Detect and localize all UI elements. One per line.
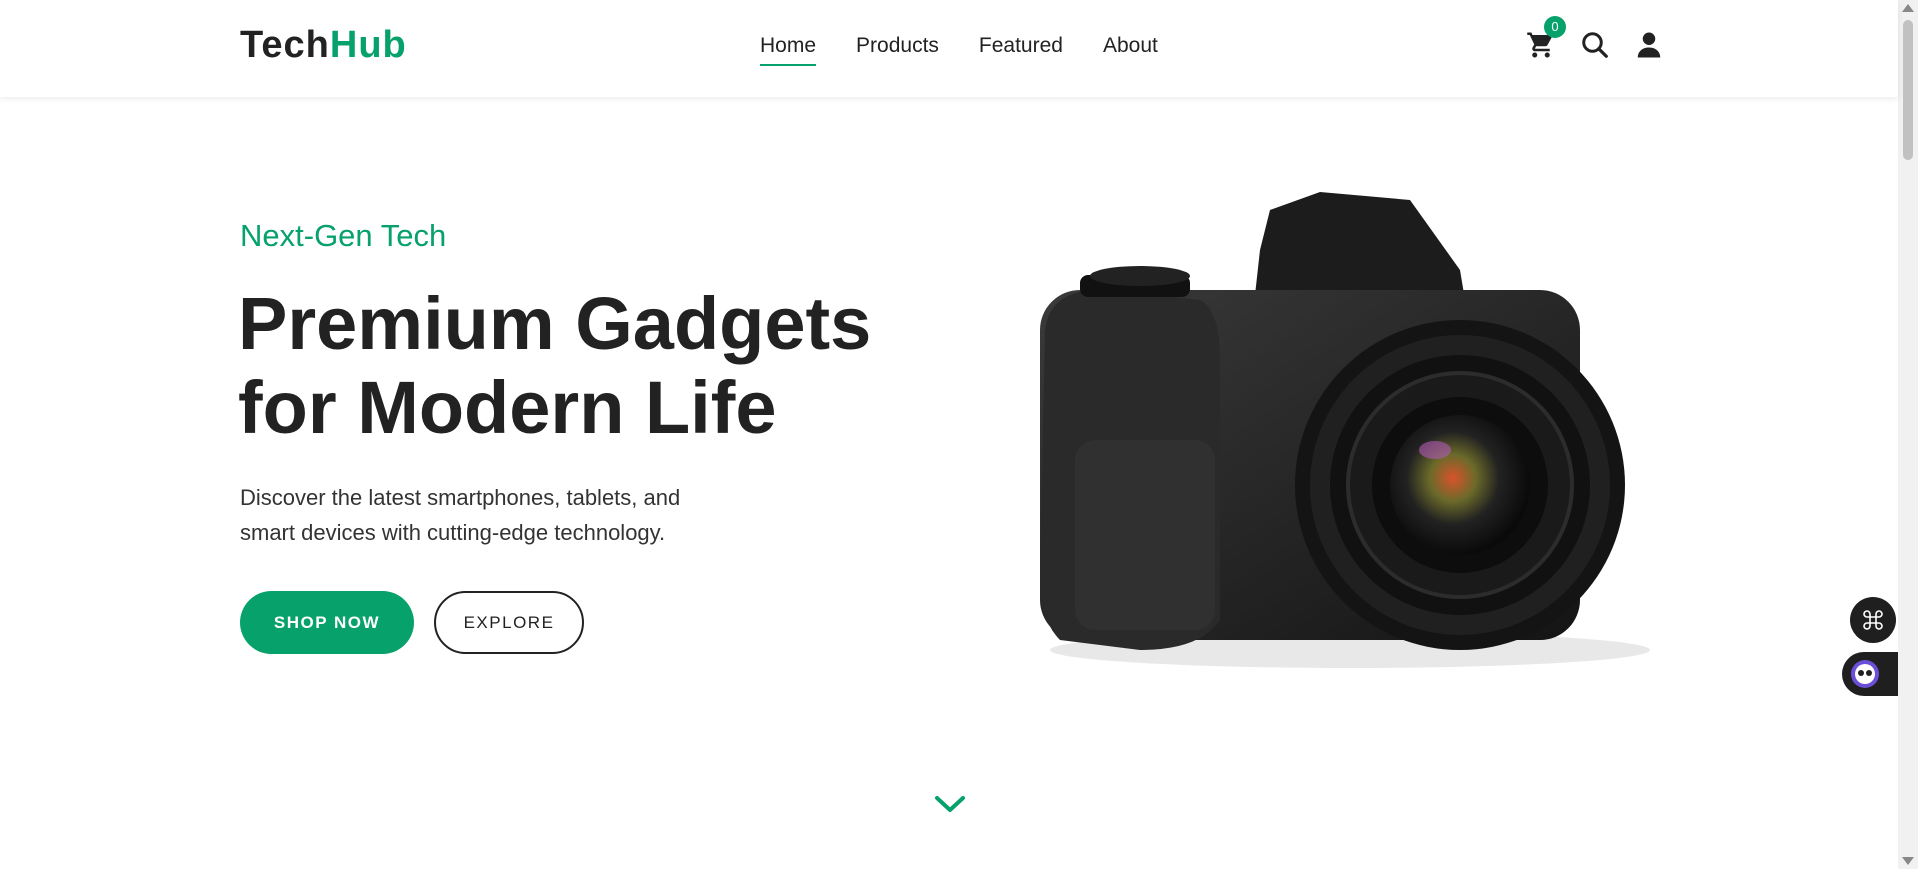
hero-subtext-line-1: Discover the latest smartphones, tablets… <box>240 485 681 510</box>
hero-headline: Premium Gadgets for Modern Life <box>238 282 938 450</box>
shop-now-button[interactable]: SHOP NOW <box>240 591 414 654</box>
assistant-icon <box>1851 660 1879 688</box>
hero-headline-line-1: Premium Gadgets <box>238 282 872 365</box>
scroll-down-chevron-icon[interactable] <box>934 794 966 814</box>
nav-item-about[interactable]: About <box>1103 34 1158 64</box>
nav-item-products[interactable]: Products <box>856 34 939 64</box>
nav-item-home[interactable]: Home <box>760 34 817 66</box>
command-icon <box>1863 610 1883 630</box>
account-button[interactable] <box>1634 30 1664 60</box>
hero-subtext: Discover the latest smartphones, tablets… <box>240 480 800 550</box>
hero-eyebrow: Next-Gen Tech <box>240 218 447 253</box>
scroll-down-arrow-icon[interactable] <box>1902 857 1914 865</box>
nav-item-featured[interactable]: Featured <box>979 34 1063 64</box>
scroll-up-arrow-icon[interactable] <box>1902 4 1914 12</box>
cart-button[interactable]: 0 <box>1526 16 1566 60</box>
assistant-widget-button[interactable] <box>1842 652 1900 696</box>
header-icons: 0 <box>1526 16 1664 60</box>
cart-count-badge: 0 <box>1544 16 1566 38</box>
hero-subtext-line-2: smart devices with cutting-edge technolo… <box>240 520 666 545</box>
main-nav: Home Products Featured About <box>760 34 1158 66</box>
search-button[interactable] <box>1580 30 1610 60</box>
explore-button[interactable]: EXPLORE <box>434 591 584 654</box>
scrollbar-thumb[interactable] <box>1903 20 1913 160</box>
page-scrollbar[interactable] <box>1898 0 1918 869</box>
site-header: TechHub Home Products Featured About 0 <box>0 0 1898 97</box>
user-icon <box>1637 32 1661 58</box>
logo[interactable]: TechHub <box>240 24 407 67</box>
hero-headline-line-2: for Modern Life <box>238 366 777 449</box>
search-icon <box>1582 32 1608 58</box>
logo-part-2: Hub <box>329 24 407 66</box>
logo-part-1: Tech <box>240 24 330 66</box>
camera-image <box>1040 192 1650 668</box>
command-widget-button[interactable] <box>1850 597 1896 643</box>
